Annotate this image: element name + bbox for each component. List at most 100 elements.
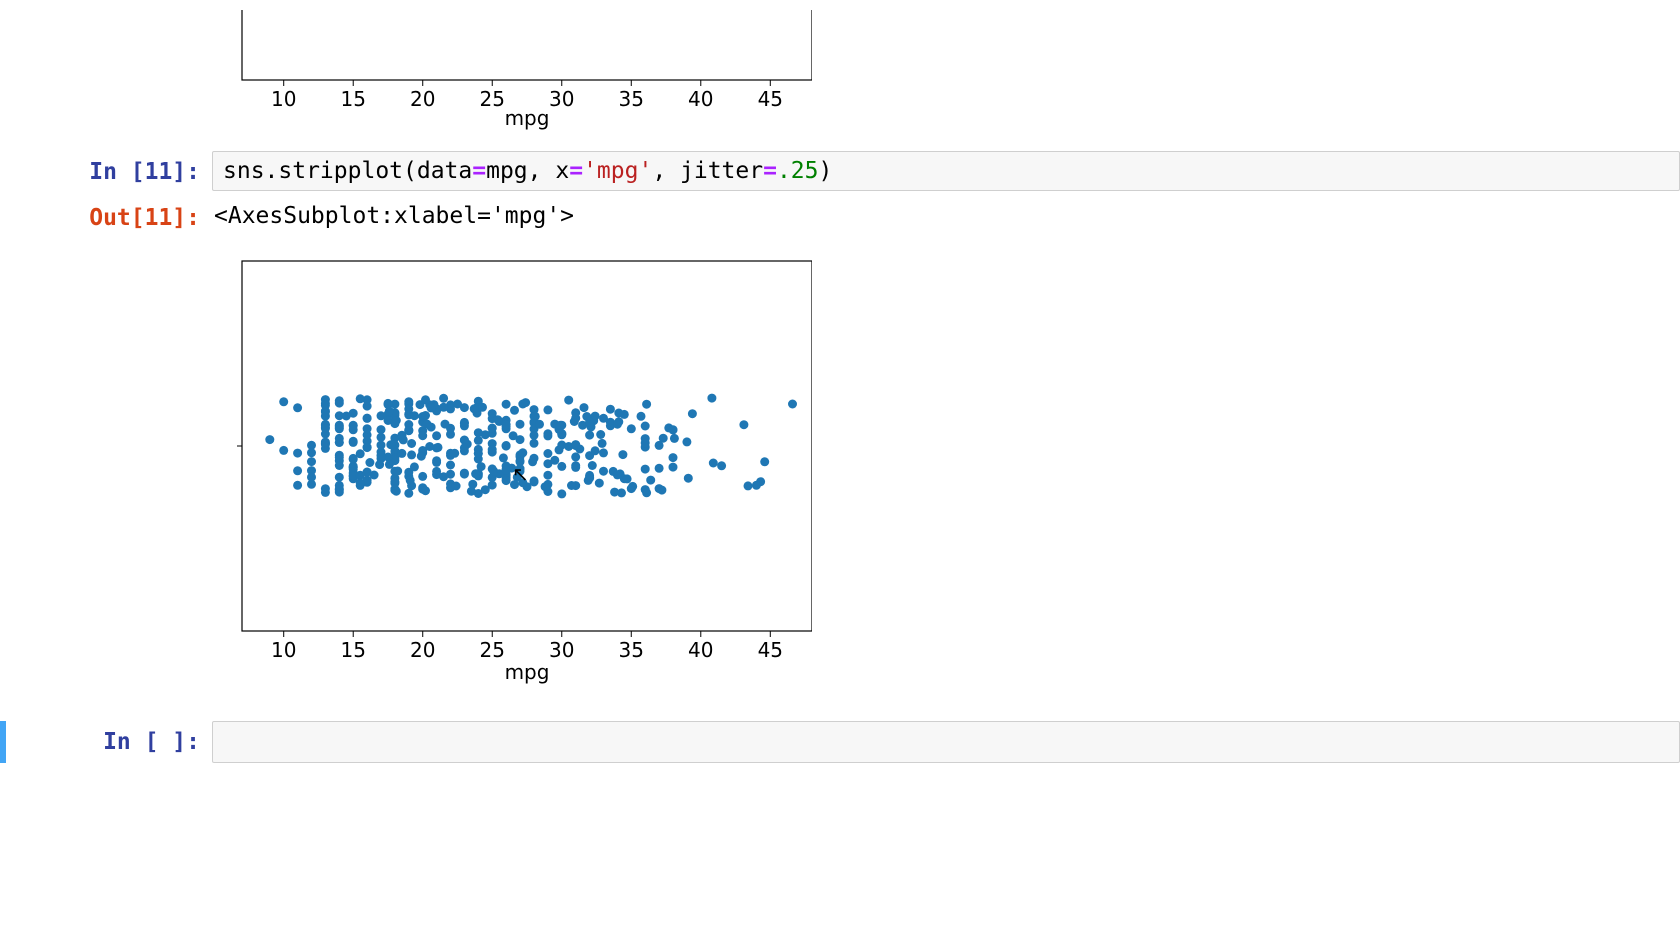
data-point xyxy=(279,446,288,455)
data-point xyxy=(541,482,550,491)
prompt-in-empty: In [ ]: xyxy=(0,721,212,755)
data-point xyxy=(321,438,330,447)
svg-text:40: 40 xyxy=(688,87,713,111)
data-point xyxy=(516,420,525,429)
data-point xyxy=(422,420,431,429)
data-point xyxy=(669,463,678,472)
mouse-cursor-icon: ↖ xyxy=(512,464,529,486)
data-point xyxy=(471,469,480,478)
data-point xyxy=(717,461,726,470)
data-point xyxy=(510,406,519,415)
data-point xyxy=(392,487,401,496)
data-point xyxy=(543,429,552,438)
stripplot-prev-partial: 1015202530354045 mpg xyxy=(212,10,812,135)
data-point xyxy=(642,400,651,409)
data-point xyxy=(377,451,386,460)
data-point xyxy=(370,471,379,480)
data-point xyxy=(349,455,358,464)
data-point xyxy=(550,456,559,465)
code-cell-empty-selected[interactable]: In [ ]: xyxy=(0,721,1680,763)
data-point xyxy=(613,470,622,479)
data-point xyxy=(596,430,605,439)
svg-text:30: 30 xyxy=(549,87,574,111)
prompt-in-11: In [11]: xyxy=(0,151,212,185)
data-point xyxy=(502,476,511,485)
data-point xyxy=(450,449,459,458)
data-point xyxy=(363,424,372,433)
data-point xyxy=(571,414,580,423)
data-point xyxy=(531,412,540,421)
data-point xyxy=(417,452,426,461)
svg-text:25: 25 xyxy=(480,87,505,111)
data-point xyxy=(384,399,393,408)
x-axis-label-11: mpg xyxy=(505,660,550,684)
data-point xyxy=(628,482,637,491)
data-point xyxy=(439,403,448,412)
data-point xyxy=(384,416,393,425)
data-point xyxy=(467,487,476,496)
data-point xyxy=(477,462,486,471)
data-point xyxy=(585,417,594,426)
data-point xyxy=(571,452,580,461)
output-cell-11-figure: 1015202530354045 mpg ↖ xyxy=(0,241,1680,701)
data-point xyxy=(543,471,552,480)
output-text-11: <AxesSubplot:xlabel='mpg'> xyxy=(212,197,1680,235)
svg-text:15: 15 xyxy=(340,87,365,111)
data-point xyxy=(335,422,344,431)
data-point xyxy=(760,457,769,466)
code-input-empty[interactable] xyxy=(212,721,1680,763)
data-point xyxy=(571,440,580,449)
data-point xyxy=(670,434,679,443)
x-axis-11: 1015202530354045 xyxy=(271,631,783,662)
code-input-11[interactable]: sns.stripplot(data=mpg, x='mpg', jitter=… xyxy=(212,151,1680,191)
data-point xyxy=(655,441,664,450)
data-point xyxy=(684,474,693,483)
svg-text:45: 45 xyxy=(758,87,783,111)
svg-text:10: 10 xyxy=(271,638,296,662)
data-point xyxy=(265,435,274,444)
data-point xyxy=(543,405,552,414)
data-point xyxy=(470,404,479,413)
data-point xyxy=(580,403,589,412)
output-cell-previous-figure: 1015202530354045 mpg xyxy=(0,0,1680,145)
data-point xyxy=(598,439,607,448)
data-point xyxy=(709,459,718,468)
data-point xyxy=(571,461,580,470)
data-point xyxy=(641,465,650,474)
data-point xyxy=(293,449,302,458)
data-point xyxy=(446,461,455,470)
data-point xyxy=(335,396,344,405)
data-point xyxy=(585,431,594,440)
svg-text:40: 40 xyxy=(688,638,713,662)
data-point xyxy=(739,420,748,429)
data-point xyxy=(610,488,619,497)
data-point xyxy=(375,460,384,469)
data-point xyxy=(528,457,537,466)
data-point xyxy=(502,400,511,409)
data-point xyxy=(707,394,716,403)
data-point xyxy=(557,462,566,471)
data-point xyxy=(321,424,330,433)
data-point xyxy=(669,453,678,462)
data-point xyxy=(474,428,483,437)
data-point xyxy=(342,412,351,421)
data-point xyxy=(418,431,427,440)
data-point xyxy=(599,467,608,476)
data-point xyxy=(321,401,330,410)
svg-text:35: 35 xyxy=(619,638,644,662)
data-point xyxy=(478,403,487,412)
svg-text:15: 15 xyxy=(340,638,365,662)
data-point xyxy=(641,485,650,494)
data-point xyxy=(356,449,365,458)
data-point xyxy=(623,474,632,483)
data-point xyxy=(421,395,430,404)
svg-text:35: 35 xyxy=(619,87,644,111)
data-point xyxy=(567,481,576,490)
data-point xyxy=(407,450,416,459)
svg-text:30: 30 xyxy=(549,638,574,662)
data-point xyxy=(620,410,629,419)
figure-prev-partial: 1015202530354045 mpg xyxy=(212,0,1680,145)
svg-text:45: 45 xyxy=(758,638,783,662)
code-cell-11[interactable]: In [11]: sns.stripplot(data=mpg, x='mpg'… xyxy=(0,151,1680,191)
data-point xyxy=(655,484,664,493)
